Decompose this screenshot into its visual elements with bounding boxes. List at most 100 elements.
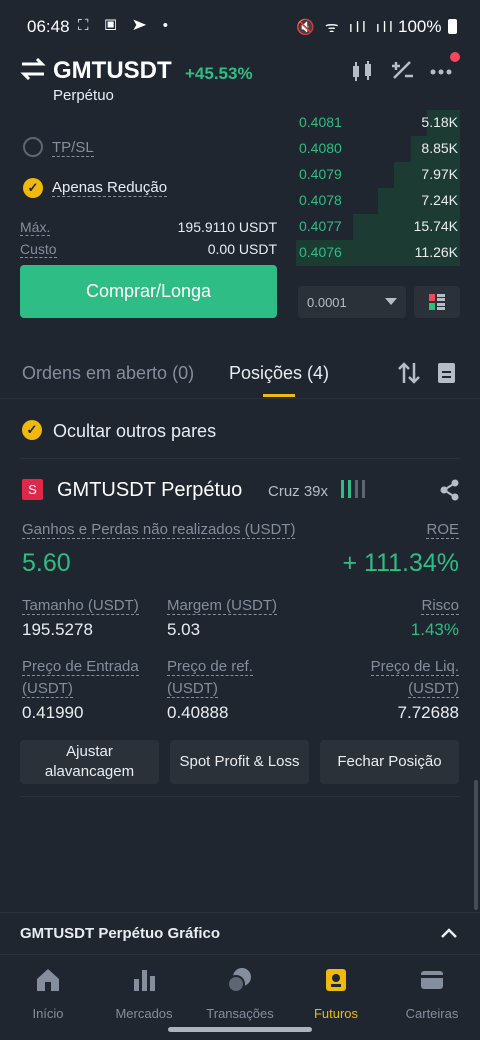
position-title[interactable]: GMTUSDT Perpétuo <box>57 479 242 502</box>
orderbook-qty: 11.26K <box>414 244 458 260</box>
orderbook-price: 0.4079 <box>299 166 342 182</box>
reduce-only-label[interactable]: Apenas Redução <box>52 179 168 197</box>
battery-indicator: 100% <box>398 17 458 37</box>
notification-icons: ⛶ ▣ ➤ • <box>78 17 175 34</box>
status-bar: 06:48 ⛶ ▣ ➤ • 🔇 ᯤ ıll ıll 100% <box>0 0 480 52</box>
roe-value: + 111.34% <box>342 549 459 577</box>
tpsl-radio[interactable] <box>23 137 43 157</box>
liq-price-label-line1: Preço de Liq. <box>370 658 459 676</box>
size-value: 195.5278 <box>22 620 93 639</box>
tab-positions[interactable]: Posições (4) <box>229 363 329 384</box>
pair-symbol[interactable]: GMTUSDT <box>53 57 172 85</box>
orderbook-qty: 7.97K <box>421 166 458 182</box>
adjust-leverage-label-line2: alavancagem <box>44 763 135 780</box>
entry-price-value: 0.41990 <box>22 703 84 722</box>
unrealized-pnl-value: 5.60 <box>22 549 71 577</box>
scrollbar[interactable] <box>474 780 478 910</box>
orderbook-price: 0.4080 <box>299 140 342 156</box>
roe-label: ROE <box>426 521 459 539</box>
sort-icon[interactable] <box>398 361 420 385</box>
reduce-only-check-icon[interactable]: ✓ <box>23 178 43 198</box>
chevron-down-icon <box>385 298 397 305</box>
ref-price-label-line1: Preço de ref. <box>167 658 253 676</box>
orderbook-qty: 7.24K <box>421 192 458 208</box>
signal-icons: 🔇 ᯤ ıll ıll <box>296 19 396 36</box>
nav-label: Carteiras <box>405 1006 459 1021</box>
hide-pairs-check-icon[interactable]: ✓ <box>22 420 42 440</box>
buy-long-button[interactable]: Comprar/Longa <box>20 265 277 318</box>
orderbook-qty: 8.85K <box>421 140 458 156</box>
orderbook-price: 0.4078 <box>299 192 342 208</box>
orderbook-row[interactable]: 0.4078 7.24K <box>296 188 460 214</box>
price-change: +45.53% <box>185 64 253 83</box>
size-label: Tamanho (USDT) <box>22 597 139 615</box>
margin-value: 5.03 <box>167 620 201 639</box>
futures-icon <box>326 969 346 991</box>
hide-other-pairs-label[interactable]: Ocultar outros pares <box>53 421 216 442</box>
nav-item-wallets[interactable]: Carteiras <box>384 955 480 1040</box>
tpsl-label[interactable]: TP/SL <box>52 139 94 157</box>
nav-label: Transações <box>206 1006 274 1021</box>
swap-pair-icon[interactable] <box>20 58 46 80</box>
divider <box>20 796 460 797</box>
trade-icon <box>227 968 251 993</box>
entry-price-label-line1: Preço de Entrada <box>22 658 139 676</box>
risk-label: Risco <box>421 597 459 615</box>
margin-mode: Cruz 39x <box>268 483 329 500</box>
orderbook-qty: 5.18K <box>421 114 458 130</box>
precision-value: 0.0001 <box>307 295 347 310</box>
orderbook-row[interactable]: 0.4077 15.74K <box>296 214 460 240</box>
nav-label: Início <box>32 1006 64 1021</box>
adjust-leverage-button[interactable]: Ajustar alavancagem <box>20 740 159 784</box>
tab-open-orders[interactable]: Ordens em aberto (0) <box>22 363 194 384</box>
precision-select[interactable]: 0.0001 <box>298 286 406 318</box>
orderbook-row[interactable]: 0.4079 7.97K <box>296 162 460 188</box>
adjust-leverage-label: Ajustar alavancagem <box>45 742 134 782</box>
short-badge: S <box>22 479 43 500</box>
entry-price-label: Preço de Entrada (USDT) <box>22 658 139 698</box>
more-options-icon[interactable] <box>429 60 455 82</box>
divider <box>20 458 460 459</box>
share-icon[interactable] <box>440 479 460 501</box>
markets-icon <box>134 970 155 991</box>
ref-price-label-line2: (USDT) <box>167 680 218 698</box>
liq-price-label-line2: (USDT) <box>408 680 459 698</box>
chevron-up-icon[interactable] <box>440 926 458 940</box>
max-label: Máx. <box>20 219 51 236</box>
home-icon <box>37 969 59 991</box>
nav-item-home[interactable]: Início <box>0 955 96 1040</box>
orderbook-row[interactable]: 0.4080 8.85K <box>296 136 460 162</box>
calculator-icon[interactable] <box>390 60 416 82</box>
close-position-button[interactable]: Fechar Posição <box>320 740 459 784</box>
active-tab-indicator <box>263 394 295 397</box>
home-indicator[interactable] <box>168 1027 312 1032</box>
contract-type: Perpétuo <box>53 87 114 104</box>
liq-price-value: 7.72688 <box>397 703 459 722</box>
liq-price-label: Preço de Liq. (USDT) <box>370 658 459 698</box>
risk-value: 1.43% <box>410 620 459 639</box>
candlestick-chart-icon[interactable] <box>350 60 376 82</box>
status-time: 06:48 <box>27 17 70 36</box>
cost-value: 0.00 USDT <box>207 241 277 257</box>
orderbook-price: 0.4076 <box>299 244 342 260</box>
document-icon[interactable] <box>437 362 457 384</box>
orderbook-row[interactable]: 0.4081 5.18K <box>296 110 460 136</box>
battery-percent: 100% <box>398 17 442 36</box>
ref-price-value: 0.40888 <box>167 703 229 722</box>
entry-price-label-line2: (USDT) <box>22 680 73 698</box>
wallet-icon <box>421 971 443 989</box>
nav-label: Futuros <box>313 1006 359 1021</box>
orderbook-price: 0.4077 <box>299 218 342 234</box>
spot-pnl-button[interactable]: Spot Profit & Loss <box>170 740 309 784</box>
orderbook-mode-button[interactable] <box>414 286 460 318</box>
battery-icon <box>448 19 458 34</box>
chart-bar-label[interactable]: GMTUSDT Perpétuo Gráfico <box>20 925 220 942</box>
nav-label: Mercados <box>115 1006 173 1021</box>
orderbook-row[interactable]: 0.4076 11.26K <box>296 240 460 266</box>
ref-price-label: Preço de ref. (USDT) <box>167 658 253 698</box>
orderbook-layout-icon <box>429 294 445 310</box>
adjust-leverage-label-line1: Ajustar <box>66 743 113 760</box>
cost-label: Custo <box>20 241 57 258</box>
max-value: 195.9110 USDT <box>177 219 277 235</box>
margin-label: Margem (USDT) <box>167 597 278 615</box>
